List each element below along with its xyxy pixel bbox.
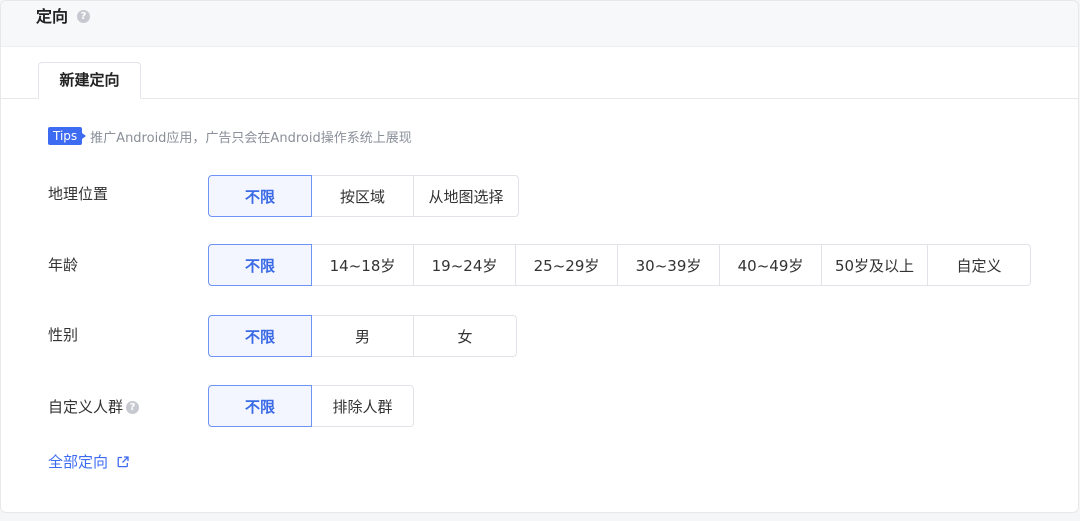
page-title: 定向 [36, 7, 69, 26]
age-label: 年龄 [48, 256, 79, 274]
tab-strip: 新建定向 [1, 47, 1078, 99]
geo-option-map-select[interactable]: 从地图选择 [413, 175, 519, 217]
tips-bar: Tips 推广Android应用，广告只会在Android操作系统上展现 [48, 126, 412, 146]
geo-segmented-control: 不限 按区域 从地图选择 [208, 175, 519, 217]
all-targeting-link[interactable]: 全部定向 [48, 452, 130, 472]
panel-header: 定向 ? [1, 1, 1078, 47]
gender-option-male[interactable]: 男 [311, 315, 414, 357]
age-option-50-plus[interactable]: 50岁及以上 [821, 244, 928, 286]
age-option-custom[interactable]: 自定义 [927, 244, 1031, 286]
help-icon[interactable]: ? [77, 10, 90, 23]
age-segmented-control: 不限 14~18岁 19~24岁 25~29岁 30~39岁 40~49岁 50… [208, 244, 1031, 286]
audience-option-unlimited[interactable]: 不限 [208, 385, 312, 427]
all-targeting-label: 全部定向 [48, 453, 109, 471]
geo-option-unlimited[interactable]: 不限 [208, 175, 312, 217]
help-icon[interactable]: ? [126, 400, 140, 414]
age-option-25-29[interactable]: 25~29岁 [515, 244, 618, 286]
age-option-40-49[interactable]: 40~49岁 [719, 244, 822, 286]
age-option-30-39[interactable]: 30~39岁 [617, 244, 720, 286]
age-option-19-24[interactable]: 19~24岁 [413, 244, 516, 286]
tips-text: 推广Android应用，广告只会在Android操作系统上展现 [90, 130, 412, 146]
audience-label-group: 自定义人群 ? [48, 397, 140, 417]
targeting-panel: 定向 ? 新建定向 Tips 推广Android应用，广告只会在Android操… [0, 0, 1079, 513]
geo-option-by-region[interactable]: 按区域 [311, 175, 414, 217]
tab-new-targeting[interactable]: 新建定向 [38, 62, 141, 99]
gender-option-unlimited[interactable]: 不限 [208, 315, 312, 357]
geo-label: 地理位置 [48, 185, 109, 203]
external-link-icon [117, 456, 129, 468]
audience-segmented-control: 不限 排除人群 [208, 385, 414, 427]
audience-option-exclude[interactable]: 排除人群 [311, 385, 414, 427]
gender-segmented-control: 不限 男 女 [208, 315, 517, 357]
age-option-unlimited[interactable]: 不限 [208, 244, 312, 286]
tips-badge: Tips [48, 127, 87, 145]
audience-label: 自定义人群 [48, 398, 124, 416]
gender-label: 性别 [48, 326, 79, 344]
age-option-14-18[interactable]: 14~18岁 [311, 244, 414, 286]
gender-option-female[interactable]: 女 [413, 315, 517, 357]
